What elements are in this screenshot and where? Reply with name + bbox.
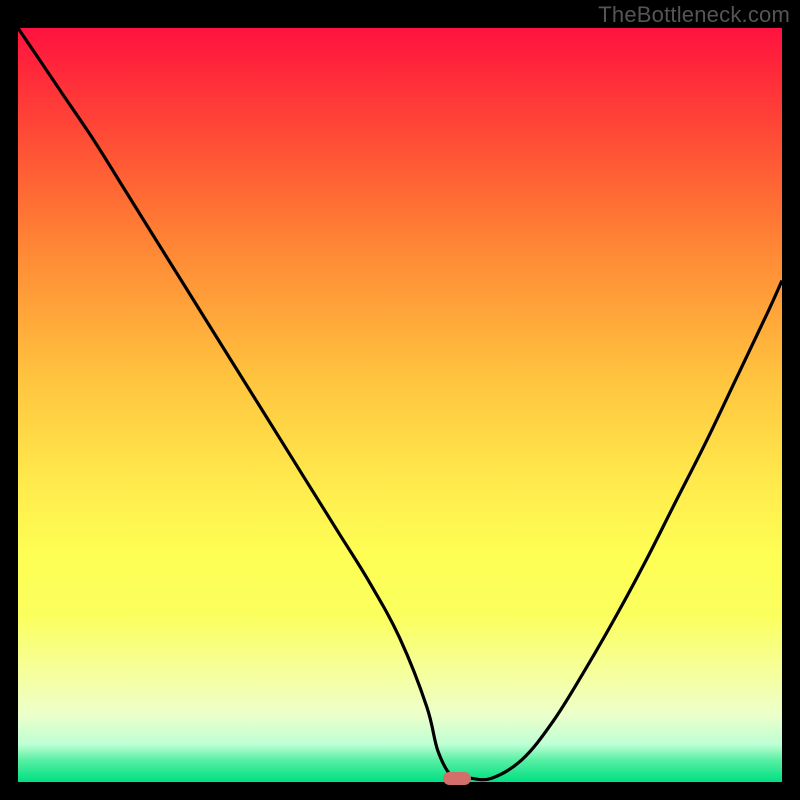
bottleneck-curve	[18, 28, 782, 780]
plot-area	[18, 28, 782, 782]
curve-svg	[18, 28, 782, 782]
watermark-text: TheBottleneck.com	[598, 2, 790, 28]
optimal-marker	[443, 772, 471, 785]
chart-frame: TheBottleneck.com	[0, 0, 800, 800]
